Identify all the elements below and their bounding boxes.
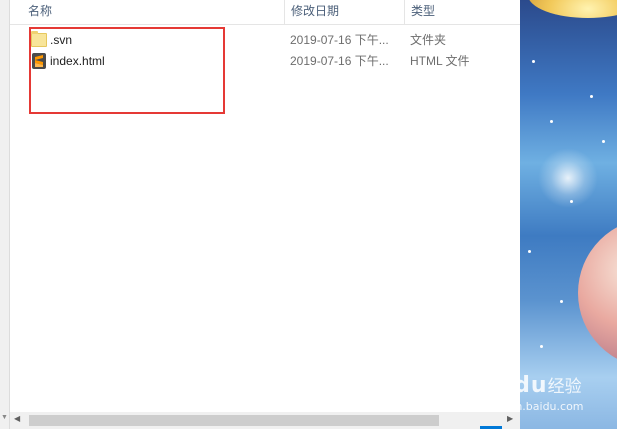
scroll-left-arrow-icon[interactable]: ◀ bbox=[14, 414, 20, 423]
scroll-down-arrow-icon[interactable]: ▼ bbox=[1, 414, 8, 421]
watermark-brand-cn: 经验 bbox=[547, 377, 582, 397]
column-header-type[interactable]: 类型 bbox=[404, 0, 520, 24]
baidu-watermark: Baidu经验 jingyan.baidu.com bbox=[472, 372, 584, 413]
column-header-date-modified[interactable]: 修改日期 bbox=[284, 0, 404, 24]
red-highlight-box bbox=[29, 27, 225, 114]
navigation-pane-edge: ▼ bbox=[0, 0, 10, 429]
star-glow-image bbox=[538, 148, 598, 208]
star-dot bbox=[590, 95, 593, 98]
star-dot bbox=[528, 250, 531, 253]
star-dot bbox=[602, 140, 605, 143]
watermark-brand-suffix: du bbox=[514, 373, 548, 398]
file-list-pane: ^ 名称 修改日期 类型 .svn 2019-07-16 下午... 文件夹 i… bbox=[10, 0, 520, 429]
file-type: HTML 文件 bbox=[410, 54, 470, 68]
column-header-name[interactable]: 名称 bbox=[22, 0, 284, 24]
file-type: 文件夹 bbox=[410, 33, 447, 47]
star-dot bbox=[550, 120, 553, 123]
horizontal-scrollbar[interactable]: ◀ ▶ bbox=[10, 412, 520, 429]
star-dot bbox=[540, 345, 543, 348]
planet-top-image bbox=[528, 0, 617, 18]
scroll-right-arrow-icon[interactable]: ▶ bbox=[507, 414, 513, 423]
desktop-wallpaper bbox=[520, 0, 617, 429]
scrollbar-thumb[interactable] bbox=[29, 415, 439, 426]
watermark-url: jingyan.baidu.com bbox=[482, 400, 584, 413]
planet-bottom-image bbox=[578, 218, 617, 368]
star-dot bbox=[570, 200, 573, 203]
column-header-bar: ^ 名称 修改日期 类型 bbox=[10, 0, 520, 25]
star-dot bbox=[532, 60, 535, 63]
star-dot bbox=[560, 300, 563, 303]
file-date: 2019-07-16 下午... bbox=[290, 33, 389, 47]
file-date: 2019-07-16 下午... bbox=[290, 54, 389, 68]
watermark-brand: Bai bbox=[472, 373, 515, 398]
